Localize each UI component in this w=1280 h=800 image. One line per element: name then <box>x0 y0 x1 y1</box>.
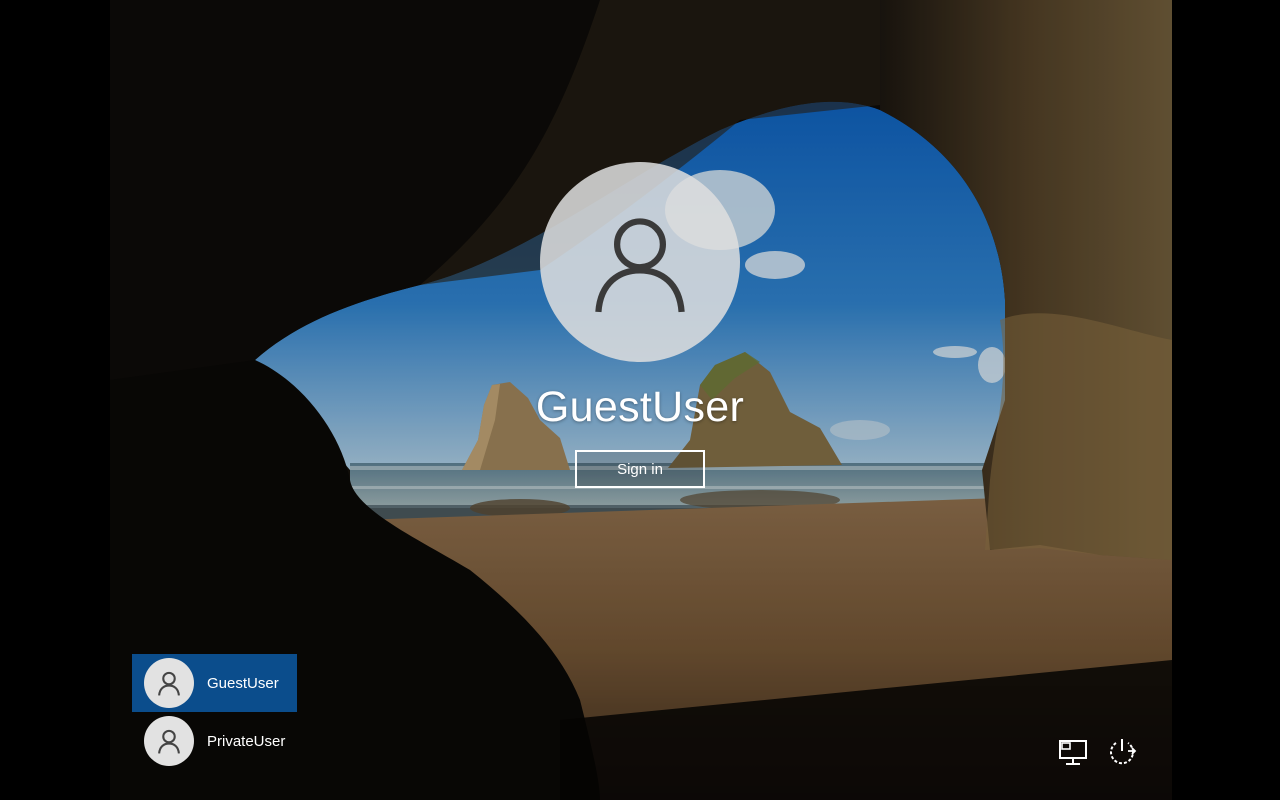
person-icon <box>158 671 180 696</box>
user-tile-guestuser[interactable]: GuestUser <box>132 654 297 712</box>
user-tile-label: PrivateUser <box>207 732 286 750</box>
network-button[interactable] <box>1056 736 1090 768</box>
power-button[interactable] <box>1105 736 1139 768</box>
network-icon <box>1059 740 1087 765</box>
power-icon <box>1110 739 1137 765</box>
lock-screen: GuestUser Sign in GuestUser PrivateUser <box>0 0 1280 800</box>
person-icon <box>595 218 685 313</box>
user-switcher-list: GuestUser PrivateUser <box>132 654 297 770</box>
selected-username: GuestUser <box>535 383 745 431</box>
user-tile-label: GuestUser <box>207 674 279 692</box>
user-tile-privateuser[interactable]: PrivateUser <box>132 712 297 770</box>
person-icon <box>158 729 180 754</box>
user-avatar-small <box>144 658 194 708</box>
user-avatar-small <box>144 716 194 766</box>
sign-in-button[interactable]: Sign in <box>575 450 705 488</box>
user-avatar-large <box>540 162 740 362</box>
